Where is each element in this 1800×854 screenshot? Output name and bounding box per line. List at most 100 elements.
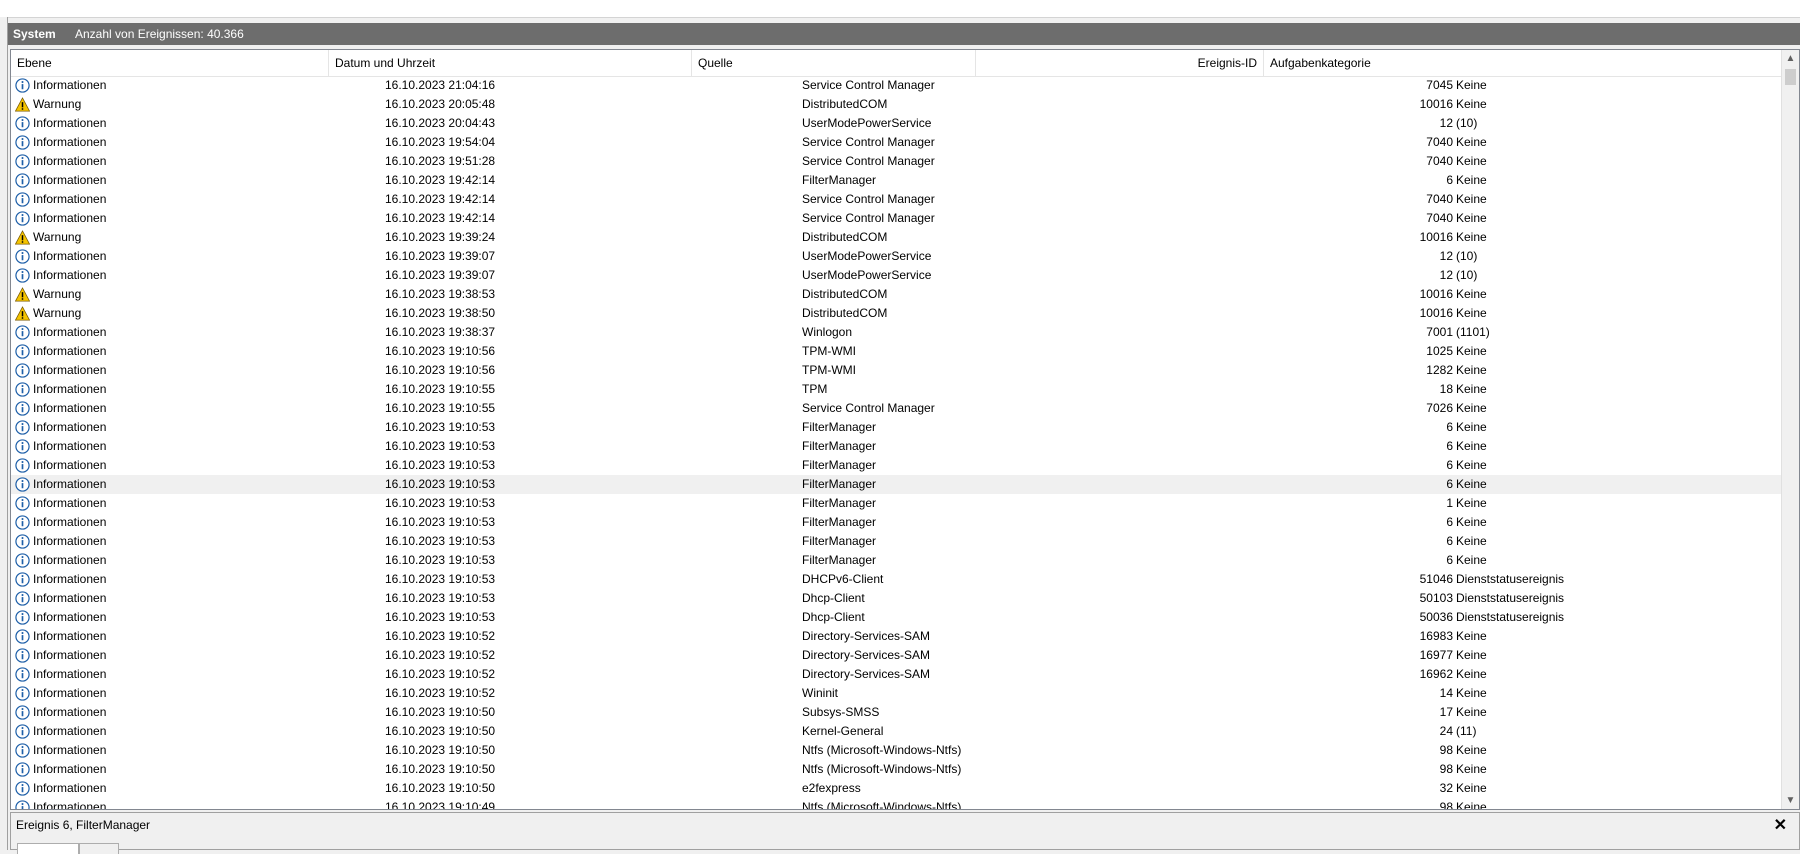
column-category[interactable]: Aufgabenkategorie: [1264, 50, 1781, 76]
cell-category: Keine: [1456, 382, 1487, 396]
table-row[interactable]: Informationen 16.10.2023 19:10:53 FilterMa…: [11, 418, 1781, 437]
event-list[interactable]: Ebene Datum und Uhrzeit Quelle Ereignis-…: [10, 49, 1800, 810]
table-row[interactable]: Informationen 16.10.2023 19:10:52 Wininit 1…: [11, 684, 1781, 703]
left-pane-edge[interactable]: [0, 17, 8, 850]
cell-source: Ntfs (Microsoft-Windows-Ntfs): [802, 743, 962, 757]
cell-level: Informationen: [15, 323, 375, 342]
table-row[interactable]: Informationen 16.10.2023 19:10:55 TPM 18 Kei…: [11, 380, 1781, 399]
table-row[interactable]: Informationen 16.10.2023 19:10:53 FilterMa…: [11, 475, 1781, 494]
column-date[interactable]: Datum und Uhrzeit: [329, 50, 692, 76]
scroll-down-icon[interactable]: ▼: [1782, 792, 1799, 809]
cell-date: 16.10.2023 19:10:56: [385, 363, 496, 377]
cell-event-id: 6: [1446, 534, 1453, 548]
table-row[interactable]: Informationen 16.10.2023 19:10:50 e2fexpre…: [11, 779, 1781, 798]
close-icon[interactable]: ✕: [1774, 815, 1787, 835]
table-row[interactable]: Warnung 16.10.2023 19:38:53 DistributedCOM…: [11, 285, 1781, 304]
table-row[interactable]: Informationen 16.10.2023 19:10:55 Service …: [11, 399, 1781, 418]
scroll-up-icon[interactable]: ▲: [1782, 50, 1799, 67]
table-row[interactable]: Informationen 16.10.2023 19:38:37 Winlogon…: [11, 323, 1781, 342]
table-row[interactable]: Informationen 16.10.2023 19:10:53 FilterMa…: [11, 513, 1781, 532]
table-row[interactable]: Informationen 16.10.2023 19:10:52 Director…: [11, 665, 1781, 684]
table-row[interactable]: Informationen 16.10.2023 19:39:07 UserMode…: [11, 266, 1781, 285]
table-row[interactable]: Informationen 16.10.2023 19:42:14 Service …: [11, 209, 1781, 228]
cell-category: Keine: [1456, 686, 1487, 700]
table-row[interactable]: Informationen 16.10.2023 19:10:49 Ntfs (Mi…: [11, 798, 1781, 809]
cell-level: Informationen: [15, 760, 375, 779]
table-row[interactable]: Informationen 16.10.2023 19:10:53 Dhcp-Cli…: [11, 608, 1781, 627]
cell-date: 16.10.2023 19:10:55: [385, 382, 496, 396]
cell-event-id: 14: [1439, 686, 1453, 700]
cell-level: Informationen: [15, 399, 375, 418]
cell-source: Directory-Services-SAM: [802, 667, 931, 681]
cell-category: Keine: [1456, 363, 1487, 377]
table-row[interactable]: Informationen 16.10.2023 19:54:04 Service …: [11, 133, 1781, 152]
table-row[interactable]: Informationen 16.10.2023 19:42:14 Service …: [11, 190, 1781, 209]
table-row[interactable]: Warnung 16.10.2023 20:05:48 DistributedCOM…: [11, 95, 1781, 114]
cell-date: 16.10.2023 19:39:24: [385, 230, 496, 244]
cell-category: Keine: [1456, 401, 1487, 415]
cell-date: 16.10.2023 19:10:55: [385, 401, 496, 415]
table-row[interactable]: Informationen 16.10.2023 19:10:53 FilterMa…: [11, 551, 1781, 570]
level-text: Informationen: [33, 173, 107, 187]
table-row[interactable]: Informationen 16.10.2023 19:10:52 Director…: [11, 646, 1781, 665]
table-row[interactable]: Informationen 16.10.2023 19:10:53 DHCPv6-C…: [11, 570, 1781, 589]
table-row[interactable]: Informationen 16.10.2023 19:10:56 TPM-WMI 1…: [11, 342, 1781, 361]
scroll-thumb[interactable]: [1785, 69, 1796, 85]
cell-event-id: 6: [1446, 439, 1453, 453]
cell-category: Keine: [1456, 629, 1487, 643]
table-row[interactable]: Informationen 16.10.2023 19:10:53 Dhcp-Cli…: [11, 589, 1781, 608]
table-row[interactable]: Informationen 16.10.2023 19:10:53 FilterMa…: [11, 437, 1781, 456]
cell-category: Keine: [1456, 192, 1487, 206]
cell-event-id: 10016: [1419, 287, 1453, 301]
cell-source: Ntfs (Microsoft-Windows-Ntfs): [802, 800, 962, 809]
cell-level: Informationen: [15, 589, 375, 608]
info-icon: [15, 78, 30, 93]
cell-category: Keine: [1456, 553, 1487, 567]
table-row[interactable]: Informationen 16.10.2023 19:10:50 Ntfs (Mi…: [11, 760, 1781, 779]
column-level[interactable]: Ebene: [11, 50, 329, 76]
table-row[interactable]: Informationen 16.10.2023 21:04:16 Service …: [11, 76, 1781, 95]
cell-event-id: 32: [1439, 781, 1453, 795]
cell-source: Dhcp-Client: [802, 591, 865, 605]
vertical-scrollbar[interactable]: ▲ ▼: [1781, 50, 1799, 809]
tab-general[interactable]: [17, 843, 79, 854]
table-row[interactable]: Informationen 16.10.2023 19:51:28 Service …: [11, 152, 1781, 171]
info-icon: [15, 496, 30, 511]
cell-source: DistributedCOM: [802, 287, 888, 301]
level-text: Informationen: [33, 667, 107, 681]
cell-level: Informationen: [15, 779, 375, 798]
column-event-id[interactable]: Ereignis-ID: [976, 50, 1264, 76]
table-row[interactable]: Informationen 16.10.2023 19:10:50 Ntfs (Mi…: [11, 741, 1781, 760]
column-source[interactable]: Quelle: [692, 50, 976, 76]
table-row[interactable]: Warnung 16.10.2023 19:38:50 DistributedCOM…: [11, 304, 1781, 323]
table-row[interactable]: Informationen 16.10.2023 19:42:14 FilterMa…: [11, 171, 1781, 190]
table-row[interactable]: Informationen 16.10.2023 19:39:07 UserMode…: [11, 247, 1781, 266]
level-text: Informationen: [33, 249, 107, 263]
tab-details[interactable]: [79, 843, 119, 854]
table-row[interactable]: Warnung 16.10.2023 19:39:24 DistributedCOM…: [11, 228, 1781, 247]
table-row[interactable]: Informationen 16.10.2023 19:10:53 FilterMa…: [11, 532, 1781, 551]
cell-event-id: 6: [1446, 477, 1453, 491]
cell-source: Directory-Services-SAM: [802, 629, 931, 643]
cell-event-id: 1: [1446, 496, 1453, 510]
table-row[interactable]: Informationen 16.10.2023 19:10:53 FilterMa…: [11, 494, 1781, 513]
table-row[interactable]: Informationen 16.10.2023 19:10:56 TPM-WMI 1…: [11, 361, 1781, 380]
level-text: Informationen: [33, 420, 107, 434]
cell-date: 16.10.2023 19:10:52: [385, 667, 496, 681]
cell-level: Informationen: [15, 513, 375, 532]
table-row[interactable]: Informationen 16.10.2023 19:10:50 Kernel-G…: [11, 722, 1781, 741]
cell-category: Keine: [1456, 344, 1487, 358]
cell-source: Subsys-SMSS: [802, 705, 880, 719]
cell-date: 16.10.2023 19:10:53: [385, 553, 496, 567]
level-text: Warnung: [33, 287, 82, 301]
info-icon: [15, 648, 30, 663]
cell-level: Informationen: [15, 437, 375, 456]
cell-event-id: 10016: [1419, 97, 1453, 111]
table-row[interactable]: Informationen 16.10.2023 20:04:43 UserMode…: [11, 114, 1781, 133]
cell-source: Service Control Manager: [802, 192, 935, 206]
table-row[interactable]: Informationen 16.10.2023 19:10:53 FilterMa…: [11, 456, 1781, 475]
table-row[interactable]: Informationen 16.10.2023 19:10:50 Subsys-S…: [11, 703, 1781, 722]
cell-event-id: 1025: [1426, 344, 1453, 358]
cell-date: 16.10.2023 19:10:53: [385, 420, 496, 434]
table-row[interactable]: Informationen 16.10.2023 19:10:52 Director…: [11, 627, 1781, 646]
